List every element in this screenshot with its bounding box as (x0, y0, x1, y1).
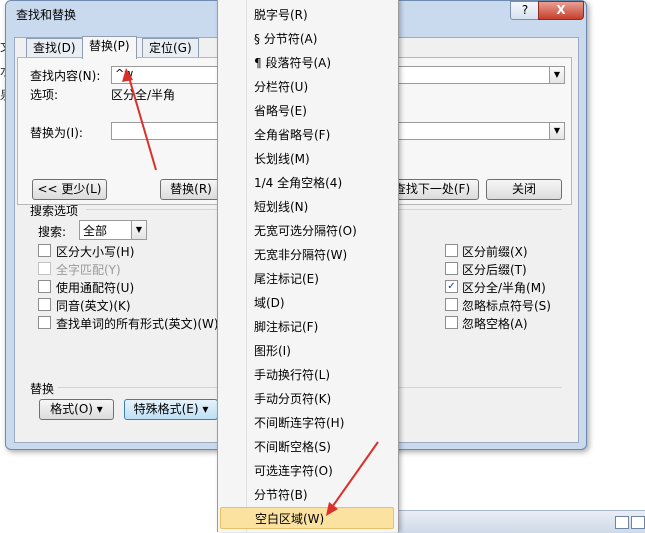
menu-item[interactable]: 不间断连字符(H) (220, 412, 394, 434)
match-prefix-checkbox[interactable] (445, 244, 458, 257)
replace-button[interactable]: 替换(R) (160, 179, 222, 200)
replace-with-label: 替换为(I): (30, 126, 83, 140)
match-case-checkbox[interactable] (38, 244, 51, 257)
whole-word-checkbox (38, 262, 51, 275)
chevron-down-icon[interactable]: ▼ (131, 221, 146, 239)
chevron-down-icon[interactable]: ▼ (549, 123, 564, 139)
menu-item[interactable]: 长划线(M) (220, 148, 394, 170)
menu-item[interactable]: 全角省略号(F) (220, 124, 394, 146)
all-word-forms-checkbox[interactable] (38, 316, 51, 329)
sounds-like-checkbox[interactable] (38, 298, 51, 311)
match-case-label: 区分大小写(H) (56, 245, 135, 259)
menu-item[interactable]: 分栏符(U) (220, 76, 394, 98)
find-next-button[interactable]: 查找下一处(F) (385, 179, 479, 200)
menu-item[interactable]: ¶ 段落符号(A) (220, 52, 394, 74)
ignore-punctuation-checkbox[interactable] (445, 298, 458, 311)
match-width-label: 区分全/半角(M) (462, 281, 546, 295)
status-bar (397, 510, 645, 533)
ignore-whitespace-label: 忽略空格(A) (462, 317, 528, 331)
menu-item[interactable]: 无宽非分隔符(W) (220, 244, 394, 266)
special-format-menu: 脱字号(R) § 分节符(A) ¶ 段落符号(A) 分栏符(U) 省略号(E) … (217, 0, 399, 532)
format-button[interactable]: 格式(O) ▾ (39, 399, 114, 420)
match-suffix-checkbox[interactable] (445, 262, 458, 275)
search-direction-label: 搜索: (38, 225, 67, 239)
wildcards-label: 使用通配符(U) (56, 281, 135, 295)
help-button[interactable]: ? (510, 1, 540, 20)
menu-item[interactable]: 手动分页符(K) (220, 388, 394, 410)
menu-item[interactable]: 尾注标记(E) (220, 268, 394, 290)
menu-item[interactable]: 脚注标记(F) (220, 316, 394, 338)
tab-replace[interactable]: 替换(P) (82, 36, 137, 59)
menu-item[interactable]: 1/4 全角空格(4) (220, 172, 394, 194)
wildcards-checkbox[interactable] (38, 280, 51, 293)
search-direction-value: 全部 (83, 224, 108, 238)
menu-item[interactable]: 图形(I) (220, 340, 394, 362)
chevron-down-icon[interactable]: ▼ (549, 67, 564, 83)
special-button[interactable]: 特殊格式(E) ▾ (124, 399, 218, 420)
menu-item[interactable]: 手动换行符(L) (220, 364, 394, 386)
sounds-like-label: 同音(英文)(K) (56, 299, 131, 313)
reading-view-icon[interactable] (631, 516, 645, 529)
menu-item[interactable]: 不间断空格(S) (220, 436, 394, 458)
menu-item[interactable]: 脱字号(R) (220, 4, 394, 26)
search-options-heading: 搜索选项 (30, 204, 79, 218)
tab-goto[interactable]: 定位(G) (142, 38, 199, 58)
replace-section-heading: 替换 (30, 382, 55, 396)
menu-item[interactable]: 分节符(B) (220, 484, 394, 506)
menu-item[interactable]: 短划线(N) (220, 196, 394, 218)
dialog-title: 查找和替换 (16, 8, 77, 22)
close-button[interactable]: 关闭 (486, 179, 562, 200)
menu-item[interactable]: 可选连字符(O) (220, 460, 394, 482)
options-value: 区分全/半角 (111, 88, 176, 102)
close-window-button[interactable]: X (538, 1, 584, 20)
ignore-punctuation-label: 忽略标点符号(S) (462, 299, 551, 313)
all-word-forms-label: 查找单词的所有形式(英文)(W) (56, 317, 219, 331)
match-suffix-label: 区分后缀(T) (462, 263, 527, 277)
find-what-label: 查找内容(N): (30, 69, 101, 83)
options-label: 选项: (30, 88, 59, 102)
whole-word-label: 全字匹配(Y) (56, 263, 121, 277)
print-layout-icon[interactable] (615, 516, 629, 529)
menu-item[interactable]: 省略号(E) (220, 100, 394, 122)
less-button[interactable]: << 更少(L) (32, 179, 107, 200)
search-direction-select[interactable]: 全部 ▼ (79, 220, 147, 240)
find-what-value: ^w (115, 67, 134, 80)
tab-find[interactable]: 查找(D) (26, 38, 83, 58)
menu-item[interactable]: 域(D) (220, 292, 394, 314)
match-prefix-label: 区分前缀(X) (462, 245, 528, 259)
menu-item[interactable]: § 分节符(A) (220, 28, 394, 50)
menu-item[interactable]: 无宽可选分隔符(O) (220, 220, 394, 242)
ignore-whitespace-checkbox[interactable] (445, 316, 458, 329)
match-width-checkbox[interactable]: ✓ (445, 280, 458, 293)
menu-item-whitespace[interactable]: 空白区域(W) (220, 507, 394, 529)
